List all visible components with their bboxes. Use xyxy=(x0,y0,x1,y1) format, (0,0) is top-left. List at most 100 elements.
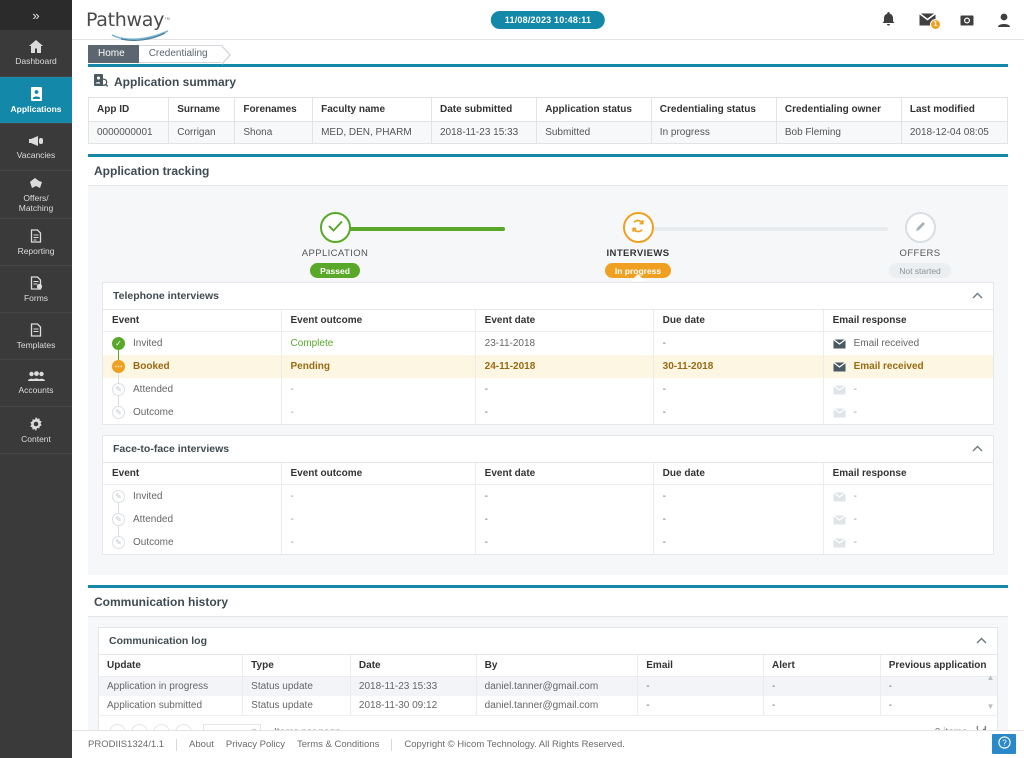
breadcrumb-item-home[interactable]: Home xyxy=(88,44,148,63)
envelope-icon[interactable]: 1 xyxy=(919,13,941,30)
application-summary-panel: Application summary App ID Surname Forenam… xyxy=(87,64,1009,144)
sidebar-item-forms[interactable]: Forms xyxy=(0,266,72,313)
application-summary-title: Application summary xyxy=(114,75,237,89)
table-header-row: App ID Surname Forenames Faculty name Date s… xyxy=(87,97,1009,122)
application-summary-icon xyxy=(94,74,109,90)
prev-page-icon[interactable]: ◀ xyxy=(131,724,148,730)
face-to-face-interviews-card: Face-to-face interviews Event Event outco… xyxy=(102,435,994,555)
event-date-cell: - xyxy=(475,508,654,531)
application-step-circle[interactable] xyxy=(319,212,351,243)
footer-link-about[interactable]: About xyxy=(189,739,214,750)
table-row[interactable]: 0000000001 Corrigan Shona MED, DEN, PHARM 20… xyxy=(87,121,1009,144)
last-page-icon[interactable]: ▶▶ xyxy=(175,724,192,730)
camera-icon[interactable] xyxy=(960,14,974,26)
items-per-page-select[interactable] xyxy=(203,724,261,730)
email-response-cell: - xyxy=(823,378,993,401)
table-row[interactable]: ✎ Attended - - - - xyxy=(103,378,993,413)
column-header: Application status xyxy=(536,97,652,122)
app-logo[interactable]: Pathway™ xyxy=(86,9,178,41)
envelope-icon xyxy=(832,537,846,548)
communication-history-panel: Communication history Communication log xyxy=(88,585,1008,730)
sidebar-item-dashboard[interactable]: Dashboard xyxy=(0,30,72,77)
table-row[interactable]: ✎ Attended - - - - xyxy=(103,508,993,543)
table-row[interactable]: Application submitted Status update 2018-1… xyxy=(99,696,997,715)
column-header: Forenames xyxy=(234,97,314,122)
stepper-step-interviews[interactable]: INTERVIEWS In progress xyxy=(558,206,718,281)
chevron-up-icon[interactable] xyxy=(972,444,983,455)
stepper-step-offers[interactable]: OFFERS Not started xyxy=(840,206,1000,278)
page-footer: PRODIIS1324/1.1 About Privacy Policy Ter… xyxy=(72,730,1024,758)
table-row[interactable]: ✎ Outcome - - - - xyxy=(103,531,993,554)
table-body: ✎ Invited - - - - ✎ Attended - - - - ✎ Outcome - - - - xyxy=(103,484,993,554)
table-cell: Application submitted xyxy=(99,696,244,715)
application-tracking-panel: Application tracking APPLICATION Passed … xyxy=(88,154,1008,575)
column-header: Email response xyxy=(823,463,993,485)
table-row[interactable]: ✓ Invited Complete 23-11-2018- Email receive… xyxy=(103,331,993,367)
table-row[interactable]: ✎ Outcome - - - - xyxy=(103,401,993,424)
sidebar-item-reporting[interactable]: Reporting xyxy=(0,219,72,266)
chevron-up-icon[interactable] xyxy=(972,291,983,302)
email-response-cell: - xyxy=(823,508,993,531)
event-date-cell: - xyxy=(475,378,654,401)
event-date-cell: - xyxy=(475,484,654,508)
scroll-down-arrow-icon[interactable]: ▼ xyxy=(987,702,995,711)
email-response-label: Email received xyxy=(853,338,920,349)
envelope-icon xyxy=(832,407,846,418)
table-row[interactable]: ✎ Invited - - - - xyxy=(103,484,993,520)
email-response-cell: - xyxy=(823,531,993,554)
event-label: Outcome xyxy=(133,537,174,548)
logo-swoosh-icon xyxy=(111,29,173,44)
refresh-icon[interactable] xyxy=(976,722,987,731)
template-icon xyxy=(30,322,42,337)
first-page-icon[interactable]: ◀◀ xyxy=(109,724,126,730)
sidebar-item-vacancies[interactable]: Vacancies xyxy=(0,124,72,171)
chevron-up-icon[interactable] xyxy=(976,636,987,647)
breadcrumb-item-credentialing[interactable]: Credentialing xyxy=(138,44,231,65)
table-row[interactable]: ⋯ Booked Pending 24-11-2018 30-11-2018 Email … xyxy=(103,355,993,390)
help-button[interactable]: ? xyxy=(992,734,1016,754)
scroll-up-arrow-icon[interactable]: ▲ xyxy=(987,673,995,682)
footer-link-terms[interactable]: Terms & Conditions xyxy=(297,739,379,750)
event-label: Booked xyxy=(133,361,170,372)
footer-link-privacy-policy[interactable]: Privacy Policy xyxy=(226,739,285,750)
envelope-icon xyxy=(832,514,846,525)
event-date-cell: 24-11-2018 xyxy=(475,355,654,378)
form-icon xyxy=(30,275,43,290)
sidebar-item-accounts[interactable]: Accounts xyxy=(0,360,72,407)
footer-divider xyxy=(391,738,393,751)
email-response-cell: Email received xyxy=(823,355,993,378)
communication-log-header: Communication log xyxy=(99,628,997,655)
column-header: Event outcome xyxy=(281,310,476,332)
communication-log-pager: ◀◀ ◀ ▶ ▶▶ Items per page 2 items xyxy=(99,715,997,730)
table-cell: daniel.tanner@gmail.com xyxy=(476,676,639,696)
sidebar-item-offers-matching[interactable]: Offers/Matching xyxy=(0,171,72,219)
bell-icon[interactable] xyxy=(882,12,895,27)
stepper-step-application[interactable]: APPLICATION Passed xyxy=(255,206,415,278)
column-header: Due date xyxy=(653,463,824,485)
column-header: Event outcome xyxy=(281,463,476,485)
document-person-icon xyxy=(30,86,43,101)
page-content: Application summary App ID Surname Forenam… xyxy=(72,64,1024,730)
current-datetime-badge: 11/08/2023 10:48:11 xyxy=(490,10,606,29)
event-date-cell: - xyxy=(475,531,654,554)
communication-log-card: Communication log Update Type Date By Email A… xyxy=(98,627,998,730)
email-response-label: Email received xyxy=(853,361,924,372)
offers-step-circle[interactable] xyxy=(904,212,936,243)
sidebar-item-templates[interactable]: Templates xyxy=(0,313,72,360)
sidebar-item-applications[interactable]: Applications xyxy=(0,77,72,124)
table-row[interactable]: Application in progress Status update 2018… xyxy=(99,676,997,696)
sidebar-collapse-toggle[interactable]: » xyxy=(0,0,72,30)
main-sidebar: » Dashboard Applications Vacancies Offer xyxy=(0,0,72,758)
table-cell: - xyxy=(880,676,997,696)
next-page-icon[interactable]: ▶ xyxy=(153,724,170,730)
table-body: Application in progress Status update 2018… xyxy=(99,676,997,715)
interviews-step-circle[interactable] xyxy=(622,212,654,243)
telephone-interviews-card: Telephone interviews Event Event outcome E… xyxy=(102,282,994,425)
question-mark-icon: ? xyxy=(997,736,1011,752)
log-scrollbar[interactable]: ▲ ▼ xyxy=(986,673,995,711)
user-icon[interactable] xyxy=(998,13,1010,27)
envelope-badge-count: 1 xyxy=(930,19,941,30)
sidebar-label-content: Content xyxy=(21,433,51,444)
table-cell: 0000000001 xyxy=(87,121,170,144)
sidebar-item-content[interactable]: Content xyxy=(0,407,72,454)
